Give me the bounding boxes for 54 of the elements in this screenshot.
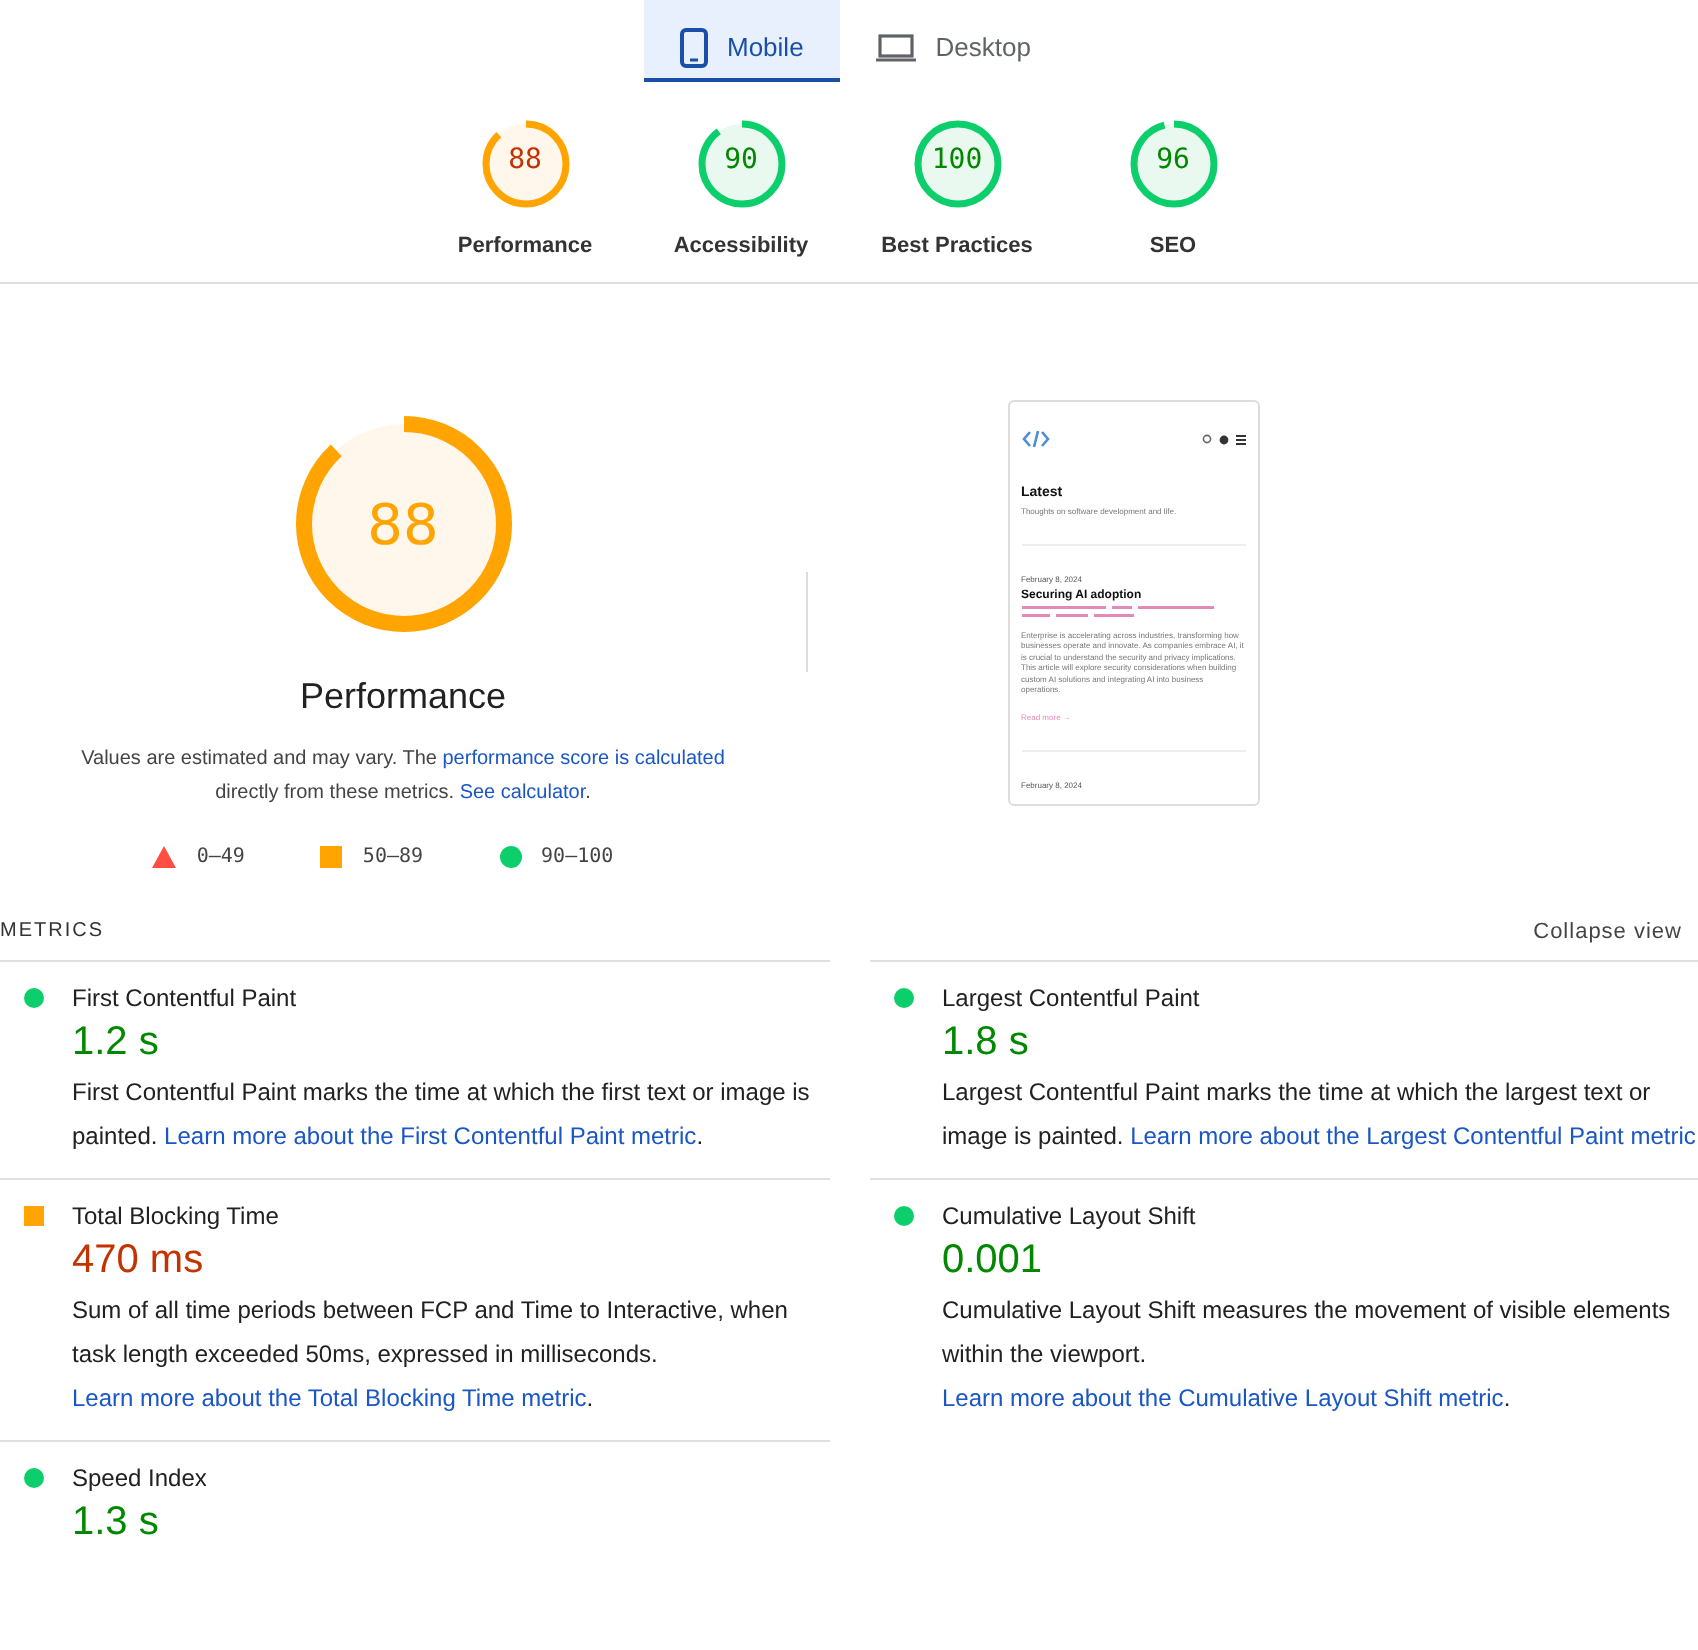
- score-calculation-link[interactable]: performance score is calculated: [442, 748, 725, 770]
- circle-icon: [499, 846, 522, 868]
- learn-more-link[interactable]: Learn more about the First Contentful Paint metric: [164, 1122, 697, 1150]
- score-gauge: [1127, 118, 1219, 210]
- device-tab[interactable]: Mobile: [643, 0, 840, 82]
- score-note: Values are estimated and may vary. The performance score is calculated directly from these metrics. See calculator.: [79, 746, 727, 808]
- metrics-heading: METRICS: [0, 920, 104, 944]
- score-label: Accessibility: [673, 234, 809, 258]
- circle-icon: [24, 1468, 44, 1488]
- circle-icon: [894, 1206, 914, 1226]
- score-label: SEO: [1149, 234, 1197, 258]
- legend-range: 50–89: [362, 846, 424, 868]
- code-logo-icon: [1021, 430, 1049, 448]
- metric-value: 1.3 s: [72, 1500, 161, 1546]
- legend-range: 90–100: [541, 846, 614, 868]
- metric-description: First Contentful Paint marks the time at which the first text or image is painted. Learn more about the First Contentful Paint metric.: [72, 1076, 812, 1154]
- collapse-view-link[interactable]: Collapse view: [1533, 920, 1682, 944]
- metric-name: Speed Index: [72, 1464, 207, 1492]
- metric-value: 1.2 s: [72, 1020, 161, 1066]
- score-gauge: [479, 118, 571, 210]
- square-icon: [320, 846, 343, 868]
- square-icon: [24, 1206, 44, 1226]
- metric-description: Largest Contentful Paint marks the time at which the largest text or image is painted. Learn more about the Largest Contentful Paint metric: [942, 1076, 1698, 1154]
- laptop-icon: [875, 33, 916, 61]
- metric-description: Sum of all time periods between FCP and Time to Interactive, when task length exceeded 50ms, expressed in milliseconds. Learn more about the Total Blocking Time metric.: [72, 1294, 790, 1416]
- header-icons-drawing: [1201, 433, 1245, 445]
- circle-icon: [894, 988, 914, 1008]
- phone-icon: [679, 27, 707, 67]
- metric-name: Cumulative Layout Shift: [942, 1202, 1196, 1230]
- calculator-link[interactable]: See calculator: [459, 782, 586, 804]
- score-value: 96: [1156, 144, 1190, 176]
- learn-more-link[interactable]: Learn more about the Largest Contentful Paint metric: [1130, 1122, 1696, 1150]
- legend-range: 0–49: [196, 846, 245, 868]
- learn-more-link[interactable]: Learn more about the Total Blocking Time metric: [72, 1384, 587, 1412]
- performance-score: 88: [367, 491, 439, 557]
- score-gauge: [695, 118, 787, 210]
- metric-name: Largest Contentful Paint: [942, 984, 1200, 1012]
- performance-title: Performance: [299, 676, 507, 718]
- score-label: Best Practices: [881, 234, 1033, 258]
- triangle-icon: [152, 846, 177, 868]
- learn-more-link[interactable]: Learn more about the Cumulative Layout Shift metric: [942, 1384, 1504, 1412]
- metric-description: Cumulative Layout Shift measures the movement of visible elements within the viewport. Learn more about the Cumulative Layout Shift metric.: [942, 1294, 1673, 1416]
- metric-value: 1.8 s: [942, 1020, 1031, 1066]
- score-label: Performance: [457, 234, 593, 258]
- metric-value: 470 ms: [72, 1238, 206, 1284]
- metric-name: First Contentful Paint: [72, 984, 297, 1012]
- circle-icon: [24, 988, 44, 1008]
- score-value: 90: [724, 144, 758, 176]
- metric-name: Total Blocking Time: [72, 1202, 279, 1230]
- metric-value: 0.001: [942, 1238, 1045, 1284]
- device-tab[interactable]: Desktop: [839, 0, 1067, 82]
- score-value: 88: [508, 144, 542, 176]
- score-gauge: [911, 118, 1003, 210]
- score-value: 100: [931, 144, 983, 176]
